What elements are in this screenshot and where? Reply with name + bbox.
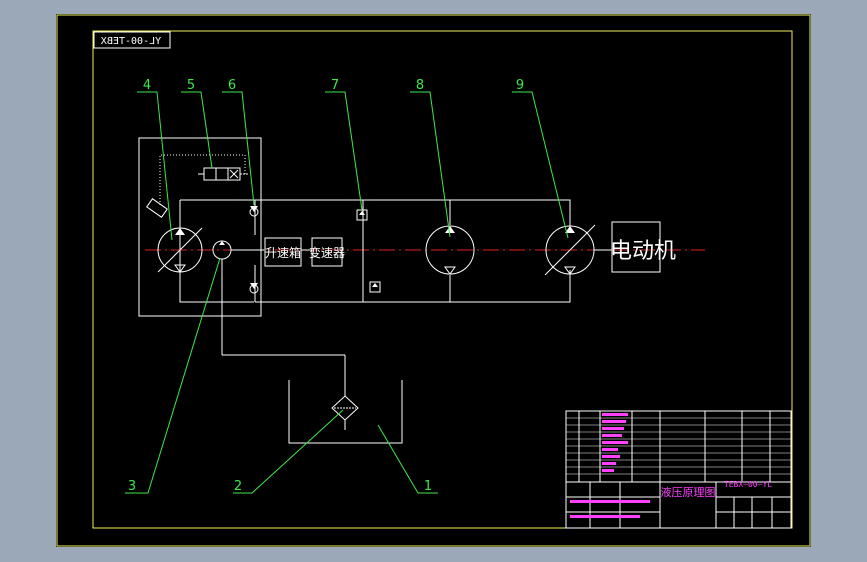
callout-9: 9 [516, 78, 524, 93]
callout-4: 4 [143, 78, 151, 93]
callout-3: 3 [128, 479, 136, 494]
title-block-drawing-title: 液压原理图 [661, 485, 716, 499]
cad-viewport[interactable]: YL-00-TEBX 升速箱 变速器 电动机 4 5 6 7 8 9 3 2 1… [0, 0, 867, 562]
callout-2: 2 [234, 479, 242, 494]
title-block-drawing-code: TEBX—00—YL [724, 480, 772, 489]
callout-5: 5 [187, 78, 195, 93]
drawing-code-text: YL-00-TEBX [101, 36, 161, 47]
hydraulic-schematic: YL-00-TEBX 升速箱 变速器 电动机 4 5 6 7 8 9 3 2 1… [56, 14, 811, 547]
callout-8: 8 [416, 78, 424, 93]
callout-6: 6 [228, 78, 236, 93]
callout-1: 1 [424, 479, 432, 494]
speedup-label: 升速箱 [265, 245, 301, 260]
motor-label: 电动机 [610, 239, 676, 264]
callout-7: 7 [331, 78, 339, 93]
converter-label: 变速器 [309, 245, 345, 260]
